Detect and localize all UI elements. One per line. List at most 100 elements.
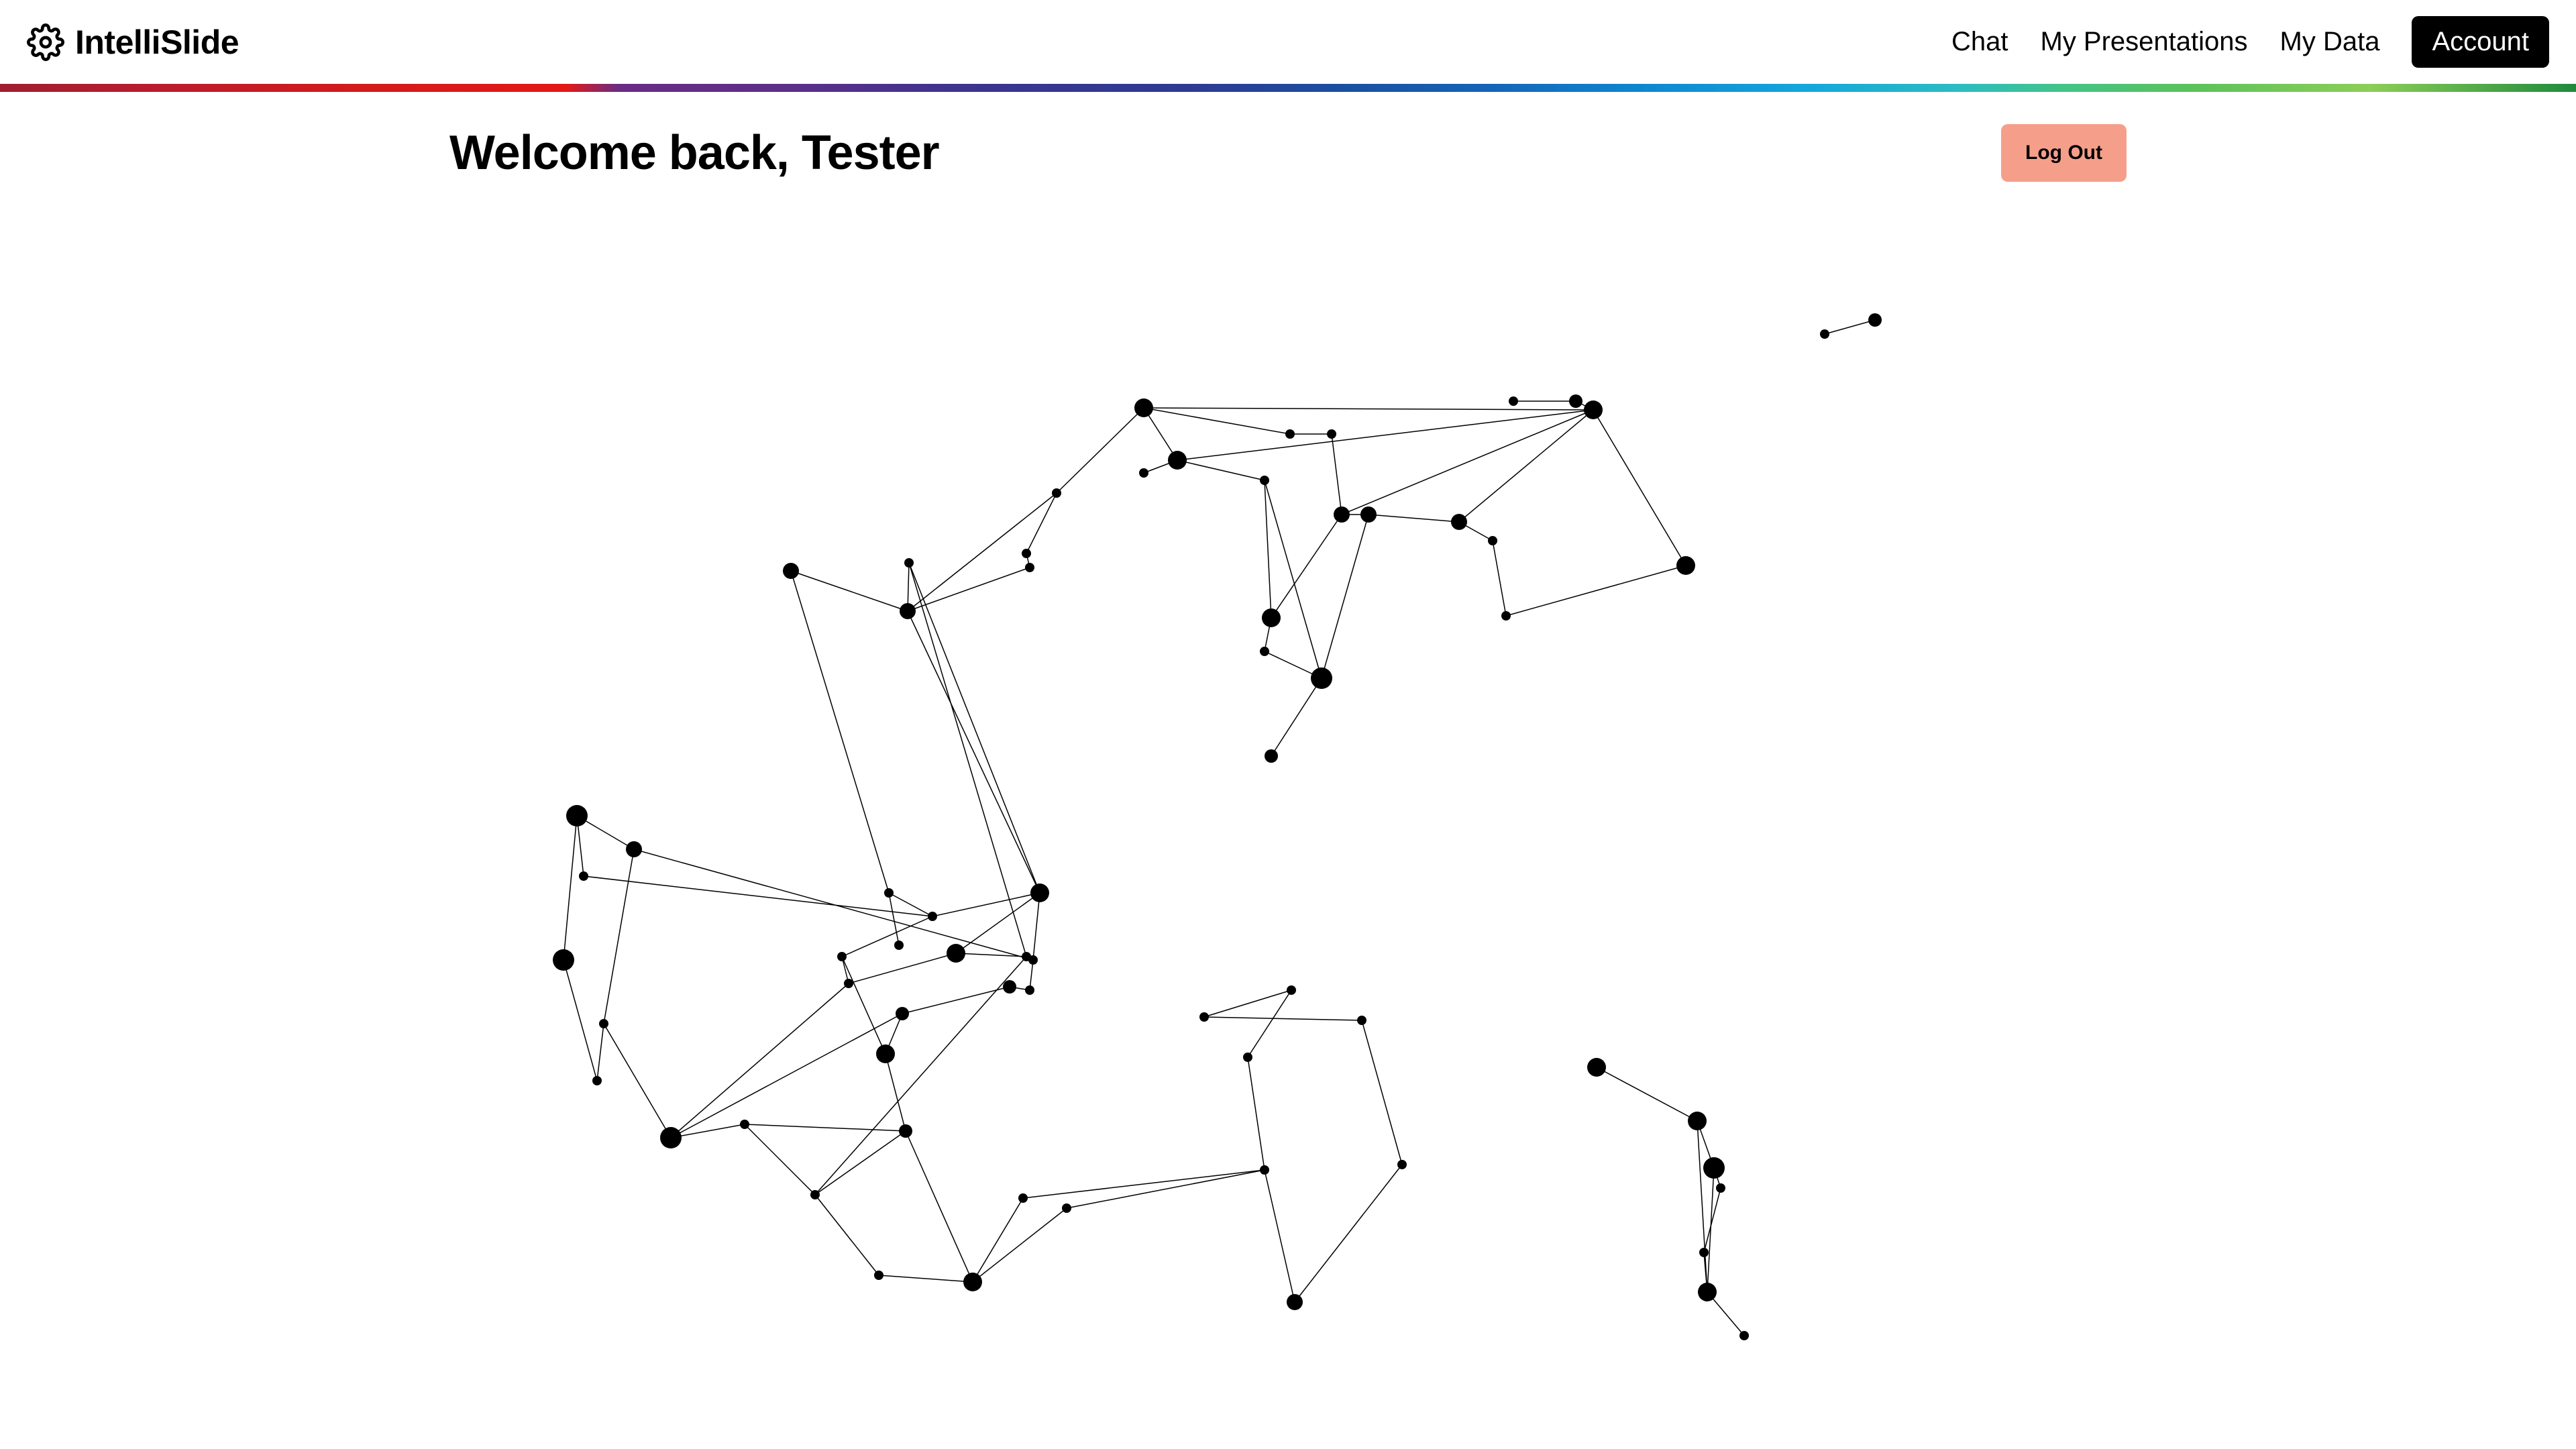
graph-node[interactable] xyxy=(1451,514,1467,530)
graph-edge xyxy=(1332,434,1342,515)
graph-node[interactable] xyxy=(1022,549,1031,558)
graph-node[interactable] xyxy=(1397,1160,1407,1169)
graph-node[interactable] xyxy=(1587,1058,1606,1077)
graph-node[interactable] xyxy=(1688,1112,1707,1130)
graph-node[interactable] xyxy=(626,841,642,857)
graph-edge xyxy=(604,1024,671,1138)
graph-node[interactable] xyxy=(1868,313,1882,327)
graph-node[interactable] xyxy=(599,1019,608,1028)
graph-node[interactable] xyxy=(1716,1183,1725,1193)
graph-node[interactable] xyxy=(1287,985,1296,995)
graph-node[interactable] xyxy=(1260,647,1269,656)
graph-node[interactable] xyxy=(1262,608,1281,627)
graph-edge xyxy=(908,568,1030,611)
graph-node[interactable] xyxy=(947,944,965,963)
graph-node[interactable] xyxy=(1028,955,1038,965)
graph-edge xyxy=(1248,1057,1265,1170)
graph-node[interactable] xyxy=(1739,1331,1749,1340)
graph-node[interactable] xyxy=(1703,1157,1725,1179)
graph-node[interactable] xyxy=(592,1076,602,1085)
graph-node[interactable] xyxy=(1360,506,1377,523)
graph-edge xyxy=(564,816,577,960)
nav-data[interactable]: My Data xyxy=(2280,27,2380,57)
graph-node[interactable] xyxy=(904,558,914,568)
graph-edge xyxy=(842,957,885,1054)
graph-edge xyxy=(815,957,1026,1195)
graph-node[interactable] xyxy=(1285,429,1295,439)
graph-node[interactable] xyxy=(1260,476,1269,485)
graph-node[interactable] xyxy=(1311,667,1332,689)
graph-node[interactable] xyxy=(1052,488,1061,498)
graph-node[interactable] xyxy=(1327,429,1336,439)
graph-node[interactable] xyxy=(1357,1016,1366,1025)
graph-edge xyxy=(1322,515,1368,678)
graph-node[interactable] xyxy=(1569,394,1582,408)
logout-button[interactable]: Log Out xyxy=(2001,124,2127,182)
graph-node[interactable] xyxy=(1488,536,1497,545)
graph-node[interactable] xyxy=(1676,556,1695,575)
graph-node[interactable] xyxy=(660,1127,682,1148)
graph-node[interactable] xyxy=(1265,749,1278,763)
graph-node[interactable] xyxy=(1260,1165,1269,1175)
graph-node[interactable] xyxy=(1698,1283,1717,1301)
graph-node[interactable] xyxy=(579,871,588,881)
graph-node[interactable] xyxy=(874,1271,883,1280)
graph-node[interactable] xyxy=(884,888,894,898)
graph-edge xyxy=(1362,1020,1402,1165)
graph-edge xyxy=(1023,1170,1265,1198)
graph-node[interactable] xyxy=(783,563,799,579)
graph-node[interactable] xyxy=(1699,1248,1709,1257)
graph-node[interactable] xyxy=(1025,985,1034,995)
graph-edge xyxy=(1204,1017,1362,1020)
graph-edge xyxy=(1368,515,1459,522)
brand[interactable]: IntelliSlide xyxy=(27,23,239,62)
graph-edge xyxy=(885,1054,906,1131)
graph-node[interactable] xyxy=(1509,396,1518,406)
app-header: IntelliSlide Chat My Presentations My Da… xyxy=(0,0,2576,84)
graph-node[interactable] xyxy=(1287,1294,1303,1310)
graph-node[interactable] xyxy=(844,979,853,988)
graph-node[interactable] xyxy=(894,941,904,950)
graph-edge xyxy=(671,1124,745,1138)
graph-edge xyxy=(1177,410,1593,460)
graph-node[interactable] xyxy=(1334,506,1350,523)
graph-node[interactable] xyxy=(1501,611,1511,621)
graph-node[interactable] xyxy=(928,912,937,921)
graph-node[interactable] xyxy=(553,949,574,971)
graph-edge xyxy=(908,611,1040,893)
graph-node[interactable] xyxy=(963,1273,982,1291)
graph-node[interactable] xyxy=(1168,451,1187,470)
graph-node[interactable] xyxy=(1018,1193,1028,1203)
graph-node[interactable] xyxy=(740,1120,749,1129)
graph-edge xyxy=(889,893,932,916)
graph-edge xyxy=(879,1275,973,1282)
graph-node[interactable] xyxy=(899,1124,912,1138)
graph-node[interactable] xyxy=(1820,329,1829,339)
graph-node[interactable] xyxy=(896,1007,909,1020)
graph-node[interactable] xyxy=(837,952,847,961)
graph-node[interactable] xyxy=(900,603,916,619)
graph-node[interactable] xyxy=(1003,980,1016,994)
graph-edge xyxy=(1593,410,1686,566)
nav-chat[interactable]: Chat xyxy=(1951,27,2008,57)
graph-node[interactable] xyxy=(810,1190,820,1199)
graph-node[interactable] xyxy=(1199,1012,1209,1022)
graph-node[interactable] xyxy=(1030,883,1049,902)
graph-edge xyxy=(1295,1165,1402,1302)
graph-node[interactable] xyxy=(1025,563,1034,572)
graph-node[interactable] xyxy=(1062,1203,1071,1213)
graph-edge xyxy=(1597,1067,1697,1121)
graph-node[interactable] xyxy=(876,1044,895,1063)
graph-edge xyxy=(745,1124,906,1131)
graph-node[interactable] xyxy=(1139,468,1148,478)
nav-presentations[interactable]: My Presentations xyxy=(2041,27,2248,57)
network-graph[interactable] xyxy=(449,195,2127,1403)
graph-edge xyxy=(889,893,899,945)
graph-edge xyxy=(1493,541,1506,616)
graph-node[interactable] xyxy=(1134,398,1153,417)
graph-node[interactable] xyxy=(1243,1053,1252,1062)
main-content: Welcome back, Tester Log Out xyxy=(449,92,2127,1403)
graph-node[interactable] xyxy=(1584,400,1603,419)
graph-node[interactable] xyxy=(566,805,588,826)
nav-account[interactable]: Account xyxy=(2412,16,2549,68)
